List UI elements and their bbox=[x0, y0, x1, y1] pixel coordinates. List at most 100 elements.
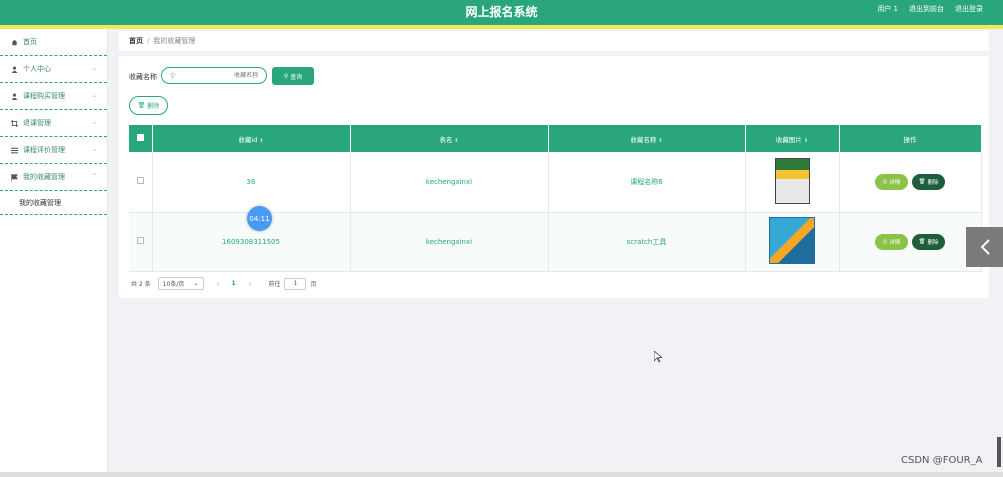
cell-actions: ◎ 详情 🗑 删除 bbox=[839, 152, 982, 213]
recording-timer: 04:11 bbox=[247, 206, 272, 231]
favorite-thumbnail[interactable] bbox=[774, 157, 810, 204]
user-icon bbox=[11, 93, 18, 100]
logout-link[interactable]: 退出登录 bbox=[955, 4, 983, 14]
user-link[interactable]: 用户 1 bbox=[877, 4, 898, 14]
top-header: 网上报名系统 用户 1 退出到前台 退出登录 bbox=[0, 0, 1003, 25]
chevron-down-icon: ⌄ bbox=[193, 280, 199, 287]
breadcrumb-current: 我的收藏管理 bbox=[153, 37, 196, 45]
cell-name: 课程名称6 bbox=[548, 152, 746, 213]
sidebar-item-my-favorites[interactable]: 我的收藏管理 ⌃ bbox=[0, 164, 107, 191]
header-links: 用户 1 退出到前台 退出登录 bbox=[877, 4, 983, 14]
crop-icon bbox=[11, 119, 18, 127]
mouse-cursor-icon bbox=[653, 350, 663, 365]
main-panel: 收藏名称 ⚲ ⚲ 查询 🗑 删除 收藏id⇕ 表名⇕ 收藏名称⇕ 收藏图片⇕ 操… bbox=[119, 56, 989, 298]
chevron-down-icon: ⌄ bbox=[91, 92, 97, 99]
chevron-down-icon: ⌄ bbox=[91, 146, 97, 153]
delete-button[interactable]: 🗑 删除 bbox=[912, 173, 945, 190]
collapse-arrow-button[interactable] bbox=[966, 227, 1003, 267]
watermark: CSDN @FOUR_A bbox=[901, 455, 983, 466]
detail-icon: ◎ bbox=[882, 238, 888, 245]
sidebar-item-course-purchase[interactable]: 课程购买管理 ⌄ bbox=[0, 83, 107, 110]
chevron-left-icon bbox=[980, 239, 990, 255]
detail-button[interactable]: ◎ 详情 bbox=[875, 173, 908, 190]
detail-icon: ◎ bbox=[882, 178, 888, 185]
sidebar-item-label: 个人中心 bbox=[23, 65, 51, 73]
sort-icon: ⇕ bbox=[259, 137, 264, 144]
goto-label: 前往 bbox=[268, 281, 281, 288]
cell-image bbox=[745, 152, 840, 213]
list-icon bbox=[11, 147, 18, 154]
header-table-name[interactable]: 表名 ⇕ bbox=[350, 125, 549, 152]
search-input[interactable] bbox=[178, 72, 259, 79]
table-row: 36 kechengxinxi 课程名称6 ◎ 详情 🗑 删除 bbox=[129, 152, 982, 213]
chevron-down-icon: ⌄ bbox=[91, 65, 97, 72]
sidebar-item-label: 首页 bbox=[23, 38, 37, 46]
cell-image bbox=[745, 212, 840, 272]
cell-actions: ◎ 详情 🗑 删除 bbox=[839, 212, 982, 272]
row-checkbox-cell bbox=[129, 152, 153, 213]
batch-delete-button[interactable]: 🗑 删除 bbox=[129, 96, 168, 115]
sort-icon: ⇕ bbox=[803, 137, 809, 144]
trash-icon: 🗑 bbox=[918, 238, 926, 245]
system-title: 网上报名系统 bbox=[465, 5, 538, 19]
exit-to-front-link[interactable]: 退出到前台 bbox=[909, 4, 944, 14]
row-checkbox[interactable] bbox=[136, 177, 144, 185]
cell-table-name: kechengxinxi bbox=[350, 212, 549, 272]
breadcrumb: 首页 / 我的收藏管理 bbox=[119, 31, 989, 51]
chevron-up-icon: ⌃ bbox=[91, 173, 97, 180]
sidebar-item-personal-center[interactable]: 个人中心 ⌄ bbox=[0, 56, 107, 83]
scrollbar-thumb[interactable] bbox=[997, 437, 1001, 467]
sidebar-item-drop-course[interactable]: 退课管理 ⌄ bbox=[0, 110, 107, 137]
search-box[interactable]: ⚲ bbox=[161, 67, 267, 84]
page-size-select[interactable]: 10条/页 ⌄ bbox=[157, 277, 204, 290]
bottom-bar bbox=[0, 472, 1003, 477]
search-icon: ⚲ bbox=[283, 72, 289, 80]
sidebar-item-label: 退课管理 bbox=[23, 119, 51, 127]
cell-id: 36 bbox=[152, 152, 351, 213]
select-all-checkbox[interactable] bbox=[136, 134, 144, 141]
sidebar-item-course-review[interactable]: 课程评价管理 ⌄ bbox=[0, 137, 107, 164]
next-page-icon[interactable]: › bbox=[249, 280, 252, 288]
sidebar-subitem-my-favorites[interactable]: 我的收藏管理 bbox=[0, 191, 107, 215]
user-icon bbox=[11, 66, 18, 73]
search-label: 收藏名称 bbox=[129, 73, 157, 81]
header-id[interactable]: 收藏id ⇕ bbox=[152, 125, 351, 152]
total-count: 共 2 条 bbox=[131, 281, 151, 288]
favorite-thumbnail[interactable] bbox=[769, 217, 815, 264]
prev-page-icon[interactable]: ‹ bbox=[217, 280, 220, 288]
breadcrumb-home[interactable]: 首页 bbox=[129, 36, 143, 46]
sort-icon: ⇕ bbox=[454, 137, 459, 144]
header-actions: 操作 bbox=[839, 125, 982, 152]
pagination: 共 2 条 10条/页 ⌄ ‹ 1 › 前往 1 页 bbox=[131, 277, 316, 290]
home-icon bbox=[11, 39, 18, 46]
sidebar: 首页 个人中心 ⌄ 课程购买管理 ⌄ 退课管理 ⌄ 课程评价管理 ⌄ 我的收藏管… bbox=[0, 29, 108, 475]
favorites-table: 收藏id ⇕ 表名 ⇕ 收藏名称 ⇕ 收藏图片 ⇕ 操作 36 kechengxinxi… bbox=[129, 125, 982, 272]
search-icon: ⚲ bbox=[170, 71, 176, 80]
trash-icon: 🗑 bbox=[137, 102, 146, 109]
flag-icon bbox=[11, 173, 18, 181]
table-header-row: 收藏id ⇕ 表名 ⇕ 收藏名称 ⇕ 收藏图片 ⇕ 操作 bbox=[129, 125, 982, 152]
header-image[interactable]: 收藏图片 ⇕ bbox=[745, 125, 840, 152]
goto-unit: 页 bbox=[310, 281, 317, 288]
sort-icon: ⇕ bbox=[658, 137, 663, 144]
delete-button[interactable]: 🗑 删除 bbox=[912, 233, 945, 250]
trash-icon: 🗑 bbox=[918, 178, 926, 185]
cell-name: scratch工具 bbox=[548, 212, 746, 272]
header-accent-line bbox=[0, 25, 1003, 29]
sidebar-item-label: 我的收藏管理 bbox=[23, 173, 65, 181]
sidebar-item-label: 课程评价管理 bbox=[23, 146, 65, 154]
sidebar-item-label: 课程购买管理 bbox=[23, 92, 65, 100]
detail-button[interactable]: ◎ 详情 bbox=[875, 233, 908, 250]
select-all-cell bbox=[129, 125, 153, 152]
row-checkbox[interactable] bbox=[136, 237, 144, 244]
query-button[interactable]: ⚲ 查询 bbox=[272, 67, 314, 85]
row-checkbox-cell bbox=[129, 212, 153, 272]
chevron-down-icon: ⌄ bbox=[91, 119, 97, 126]
sidebar-item-home[interactable]: 首页 bbox=[0, 29, 107, 56]
cell-table-name: kechengxinxi bbox=[350, 152, 549, 213]
goto-input[interactable]: 1 bbox=[284, 277, 307, 290]
breadcrumb-separator: / bbox=[147, 37, 150, 45]
header-name[interactable]: 收藏名称 ⇕ bbox=[548, 125, 746, 152]
query-button-label: 查询 bbox=[290, 73, 303, 81]
page-number[interactable]: 1 bbox=[231, 280, 235, 287]
